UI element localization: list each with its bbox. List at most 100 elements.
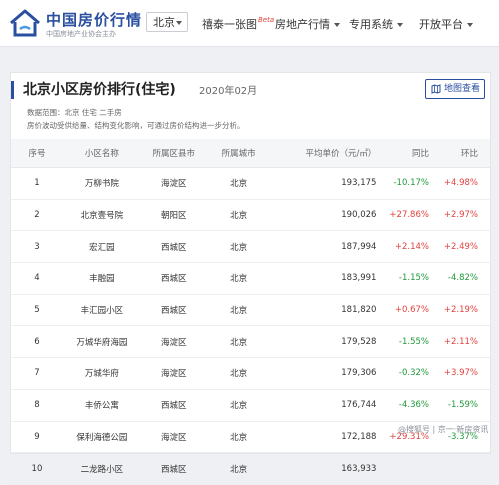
row-community-name[interactable]: 万城华府海园 <box>62 325 141 359</box>
row-community-name[interactable]: 万城华府 <box>62 357 141 390</box>
nav-item-label: 专用系统 <box>349 18 393 31</box>
row-district: 海淀区 <box>140 421 207 454</box>
row-community-name[interactable]: 保利海德公园 <box>62 421 141 454</box>
nav-item-platform[interactable]: 开放平台 <box>419 16 473 32</box>
brand-name[interactable]: 中国房价行情 <box>46 9 142 30</box>
col-district[interactable]: 所属区县市 <box>140 139 207 168</box>
table-row[interactable]: 3 宏汇园 西城区 北京 187,994 +2.14% +2.49% <box>11 230 490 264</box>
row-district: 西城区 <box>140 452 207 485</box>
row-community-name[interactable]: 北京壹号院 <box>62 199 141 232</box>
row-mom: +2.19% <box>440 294 490 327</box>
row-community-name[interactable]: 丰侨公寓 <box>62 389 141 422</box>
row-yoy: +0.67% <box>388 294 441 327</box>
col-name[interactable]: 小区名称 <box>62 139 141 168</box>
row-mom <box>440 452 490 485</box>
table-header-row: 序号 小区名称 所属区县市 所属城市 平均单价（元/㎡） 同比 环比 <box>11 139 490 168</box>
col-mom[interactable]: 环比 <box>440 139 490 168</box>
row-community-name[interactable]: 丰汇园小区 <box>62 294 141 327</box>
row-city: 北京 <box>206 357 271 390</box>
nav-item-label: 禧泰一张图 <box>202 18 257 31</box>
nav-item-map[interactable]: 禧泰一张图Beta <box>202 16 274 32</box>
row-yoy: -10.17% <box>388 167 441 200</box>
city-select-value: 北京 <box>153 16 175 29</box>
nav-item-label: 开放平台 <box>419 18 463 31</box>
map-view-button[interactable]: 地图查看 <box>425 79 485 99</box>
row-yoy: -4.36% <box>388 389 441 422</box>
brand-subtitle: 中国房地产业协会主办 <box>46 30 116 38</box>
row-yoy: +27.86% <box>388 199 441 232</box>
row-yoy: -1.55% <box>388 325 441 359</box>
top-nav-bar: 中国房价行情 中国房地产业协会主办 北京 禧泰一张图Beta 房地产行情 专用系… <box>0 0 499 47</box>
row-avg-price: 193,175 <box>270 167 389 200</box>
row-city: 北京 <box>206 199 271 232</box>
table-row[interactable]: 7 万城华府 海淀区 北京 179,306 -0.32% +3.97% <box>11 357 490 390</box>
row-rank: 9 <box>11 421 63 454</box>
row-district: 海淀区 <box>140 325 207 359</box>
row-community-name[interactable]: 万柳书院 <box>62 167 141 200</box>
row-community-name[interactable]: 丰融园 <box>62 262 141 295</box>
table-row[interactable]: 4 丰融园 西城区 北京 183,991 -1.15% -4.82% <box>11 262 490 295</box>
page-title: 北京小区房价排行(住宅) <box>23 82 176 98</box>
row-yoy: +2.14% <box>388 230 441 264</box>
house-logo-icon[interactable] <box>8 8 42 38</box>
row-city: 北京 <box>206 262 271 295</box>
chevron-down-icon <box>397 23 403 27</box>
row-city: 北京 <box>206 230 271 264</box>
data-scope: 数据范围：北京 住宅 二手房 <box>27 108 122 117</box>
data-note: 房价波动受供给量、结构变化影响，可通过房价结构进一步分析。 <box>27 121 245 130</box>
chevron-down-icon <box>334 23 340 27</box>
row-city: 北京 <box>206 325 271 359</box>
row-district: 西城区 <box>140 262 207 295</box>
row-rank: 1 <box>11 167 63 200</box>
col-rank[interactable]: 序号 <box>11 139 63 168</box>
col-city[interactable]: 所属城市 <box>206 139 271 168</box>
col-yoy[interactable]: 同比 <box>388 139 441 168</box>
row-district: 西城区 <box>140 389 207 422</box>
row-avg-price: 176,744 <box>270 389 389 422</box>
row-avg-price: 179,306 <box>270 357 389 390</box>
nav-item-systems[interactable]: 专用系统 <box>349 16 403 32</box>
row-district: 海淀区 <box>140 167 207 200</box>
row-city: 北京 <box>206 167 271 200</box>
row-district: 海淀区 <box>140 357 207 390</box>
title-accent-bar <box>11 81 14 99</box>
row-rank: 7 <box>11 357 63 390</box>
map-view-label: 地图查看 <box>444 84 481 94</box>
col-price[interactable]: 平均单价（元/㎡） <box>270 139 389 168</box>
nav-item-market[interactable]: 房地产行情 <box>275 16 340 32</box>
row-avg-price: 172,188 <box>270 421 389 454</box>
row-rank: 2 <box>11 199 63 232</box>
city-select[interactable]: 北京 <box>146 12 188 32</box>
row-city: 北京 <box>206 389 271 422</box>
row-mom: -4.82% <box>440 262 490 295</box>
row-community-name[interactable]: 二龙路小区 <box>62 452 141 485</box>
row-district: 西城区 <box>140 294 207 327</box>
row-district: 西城区 <box>140 230 207 264</box>
row-mom: +2.11% <box>440 325 490 359</box>
table-row[interactable]: 10 二龙路小区 西城区 北京 163,933 <box>11 452 490 485</box>
row-city: 北京 <box>206 421 271 454</box>
row-yoy <box>388 452 441 485</box>
watermark: @搜狐号 | 京一·新房资讯 <box>398 425 489 434</box>
nav-item-label: 房地产行情 <box>275 18 330 31</box>
table-row[interactable]: 6 万城华府海园 海淀区 北京 179,528 -1.55% +2.11% <box>11 325 490 359</box>
row-mom: +3.97% <box>440 357 490 390</box>
row-rank: 8 <box>11 389 63 422</box>
row-avg-price: 190,026 <box>270 199 389 232</box>
chevron-down-icon <box>176 21 182 25</box>
row-city: 北京 <box>206 294 271 327</box>
table-row[interactable]: 5 丰汇园小区 西城区 北京 181,820 +0.67% +2.19% <box>11 294 490 327</box>
row-avg-price: 181,820 <box>270 294 389 327</box>
period-label: 2020年02月 <box>199 86 258 97</box>
row-community-name[interactable]: 宏汇园 <box>62 230 141 264</box>
row-yoy: -1.15% <box>388 262 441 295</box>
row-city: 北京 <box>206 452 271 485</box>
table-row[interactable]: 8 丰侨公寓 西城区 北京 176,744 -4.36% -1.59% <box>11 389 490 422</box>
table-row[interactable]: 2 北京壹号院 朝阳区 北京 190,026 +27.86% +2.97% <box>11 199 490 232</box>
row-district: 朝阳区 <box>140 199 207 232</box>
row-mom: -1.59% <box>440 389 490 422</box>
table-row[interactable]: 1 万柳书院 海淀区 北京 193,175 -10.17% +4.98% <box>11 167 490 200</box>
chevron-down-icon <box>467 23 473 27</box>
row-mom: +4.98% <box>440 167 490 200</box>
row-mom: +2.97% <box>440 199 490 232</box>
